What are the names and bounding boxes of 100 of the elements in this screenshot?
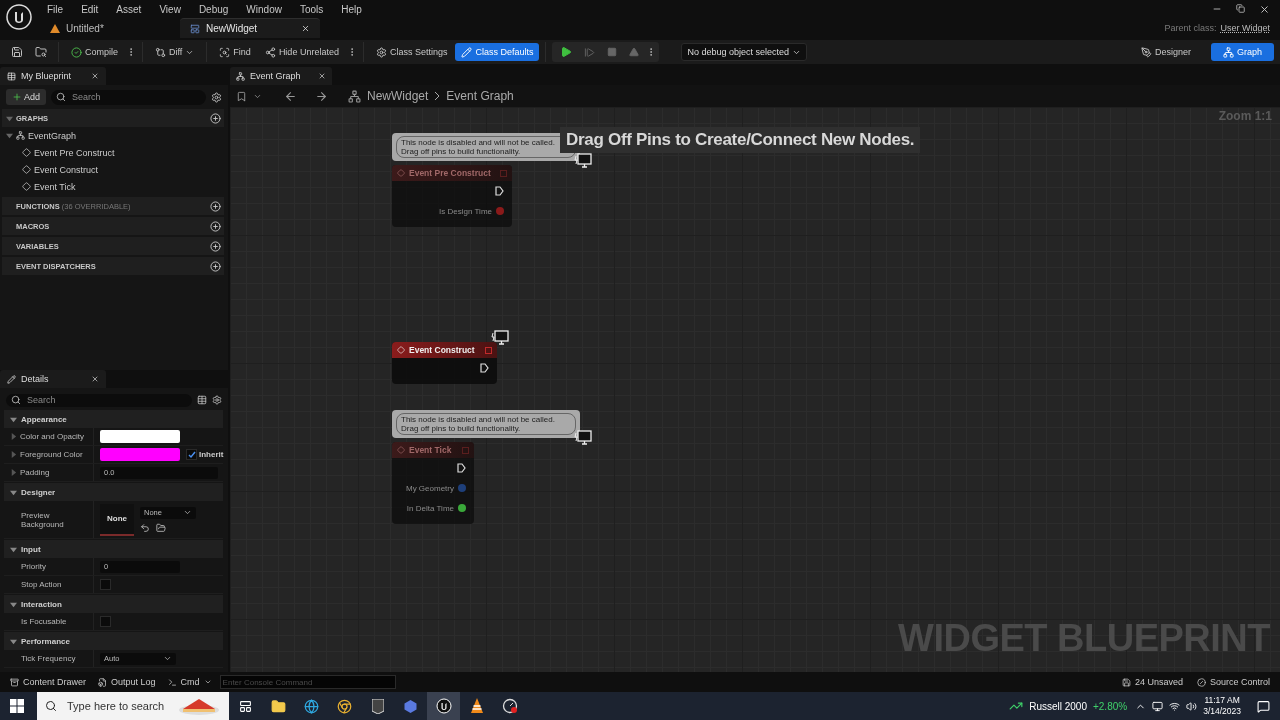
tree-item[interactable]: Event Construct bbox=[0, 161, 228, 178]
search-field[interactable]: Search bbox=[6, 393, 192, 407]
menu-item[interactable]: View bbox=[150, 3, 190, 15]
close-tab-icon[interactable] bbox=[318, 72, 326, 80]
exec-pin-icon bbox=[457, 463, 466, 473]
search-input[interactable]: Type here to search bbox=[65, 699, 169, 713]
category-header[interactable]: Input bbox=[4, 540, 224, 558]
tree-item[interactable]: EventGraph bbox=[0, 127, 228, 144]
toolbar-button[interactable]: Diff bbox=[149, 43, 201, 61]
status-button[interactable]: Content Drawer bbox=[6, 674, 91, 690]
category-header[interactable]: Performance bbox=[4, 632, 224, 650]
graph-canvas[interactable] bbox=[230, 107, 1280, 672]
taskbar-app-button[interactable] bbox=[427, 692, 460, 720]
inherit-checkbox[interactable] bbox=[186, 449, 197, 460]
clock[interactable]: 11:17 AM 3/14/2023 bbox=[1197, 695, 1247, 717]
search-icon bbox=[56, 92, 66, 102]
bookmark-icon[interactable] bbox=[236, 90, 247, 102]
search-field[interactable]: Search bbox=[51, 89, 206, 105]
use-asset-icon[interactable] bbox=[140, 522, 150, 533]
add-icon[interactable] bbox=[210, 200, 221, 212]
comment-text: Drag off pins to build functionality. bbox=[401, 147, 522, 156]
property-label: Padding bbox=[20, 468, 50, 477]
expand-arrow-icon[interactable] bbox=[10, 433, 17, 440]
event-node[interactable]: Event Construct bbox=[392, 342, 497, 384]
toolbar-button[interactable]: Class Settings bbox=[369, 43, 454, 61]
add-button[interactable]: Add bbox=[6, 89, 46, 105]
document-tab[interactable]: Untitled* bbox=[40, 18, 180, 38]
breadcrumb-link[interactable]: Event Graph bbox=[446, 89, 514, 103]
notifications-icon[interactable] bbox=[1257, 699, 1270, 713]
tray-icon[interactable] bbox=[1152, 700, 1164, 712]
close-tab-icon[interactable] bbox=[301, 24, 310, 33]
toolbar-button[interactable]: Class Defaults bbox=[455, 43, 540, 61]
event-icon bbox=[397, 169, 405, 177]
menu-item[interactable]: Window bbox=[237, 3, 291, 15]
checkbox[interactable] bbox=[100, 579, 111, 590]
expand-arrow-icon[interactable] bbox=[10, 469, 17, 476]
menu-item[interactable]: Tools bbox=[290, 3, 333, 15]
volume-icon[interactable] bbox=[1186, 700, 1198, 712]
mode-button[interactable]: Designer bbox=[1128, 43, 1203, 61]
breadcrumb-link[interactable]: NewWidget bbox=[367, 89, 429, 103]
category-header[interactable]: Interaction bbox=[4, 595, 224, 613]
settings-icon[interactable] bbox=[211, 91, 222, 103]
status-button[interactable]: 24 Unsaved bbox=[1117, 674, 1187, 690]
expand-arrow-icon[interactable] bbox=[10, 600, 17, 608]
stock-name[interactable]: Russell 2000 bbox=[1029, 700, 1087, 712]
toolbar-button[interactable]: Hide Unrelated bbox=[258, 43, 345, 61]
grid-view-icon[interactable] bbox=[197, 395, 207, 405]
menu-item[interactable]: Asset bbox=[107, 3, 151, 15]
menu-item[interactable]: Edit bbox=[72, 3, 108, 15]
forward-icon[interactable] bbox=[315, 89, 328, 103]
menu-item[interactable]: Debug bbox=[189, 3, 238, 15]
menu-item[interactable]: File bbox=[38, 3, 73, 15]
expand-arrow-icon[interactable] bbox=[10, 545, 17, 553]
pin-label: My Geometry bbox=[406, 483, 454, 493]
search-icon bbox=[45, 700, 57, 712]
mode-button[interactable]: Graph bbox=[1211, 43, 1274, 61]
close-icon[interactable] bbox=[1259, 3, 1270, 15]
document-tab[interactable]: NewWidget bbox=[180, 18, 320, 38]
add-icon[interactable] bbox=[210, 112, 221, 124]
status-button[interactable]: Output Log bbox=[94, 674, 160, 690]
close-tab-icon[interactable] bbox=[91, 375, 99, 383]
stock-change[interactable]: +2.80% bbox=[1092, 700, 1128, 712]
expand-arrow-icon[interactable] bbox=[10, 451, 17, 458]
panel-tab[interactable]: My Blueprint bbox=[0, 67, 106, 85]
expand-arrow-icon[interactable] bbox=[10, 415, 17, 423]
tree-item[interactable]: Event Pre Construct bbox=[0, 144, 228, 161]
debug-object-dropdown[interactable]: No debug object selected bbox=[681, 43, 808, 61]
back-icon[interactable] bbox=[284, 89, 297, 103]
panel-tab[interactable]: Details bbox=[0, 370, 106, 388]
tree-item[interactable]: Event Tick bbox=[0, 178, 228, 195]
status-button[interactable]: Source Control bbox=[1192, 674, 1274, 690]
search-input[interactable]: Search bbox=[25, 394, 187, 406]
graph-tab[interactable]: Event Graph bbox=[230, 67, 332, 85]
category-header[interactable]: Appearance bbox=[4, 410, 224, 428]
expand-arrow-icon[interactable] bbox=[10, 637, 17, 645]
search-input[interactable]: Search bbox=[70, 91, 201, 103]
add-icon[interactable] bbox=[210, 240, 221, 252]
status-button[interactable]: Cmd bbox=[163, 674, 216, 690]
toolbar-button[interactable]: Find bbox=[213, 43, 257, 61]
settings-icon[interactable] bbox=[212, 395, 222, 405]
property-label: Is Focusable bbox=[21, 617, 67, 626]
expand-arrow-icon[interactable] bbox=[10, 488, 17, 496]
add-icon[interactable] bbox=[210, 220, 221, 232]
add-icon[interactable] bbox=[210, 260, 221, 272]
restore-icon[interactable] bbox=[1236, 3, 1245, 13]
wifi-icon[interactable] bbox=[1169, 700, 1181, 712]
close-tab-icon[interactable] bbox=[91, 72, 99, 80]
expand-arrow-icon[interactable] bbox=[6, 132, 13, 139]
taskbar-search-field[interactable]: Type here to search bbox=[37, 692, 229, 720]
browse-icon[interactable] bbox=[156, 522, 166, 533]
toolbar-button[interactable]: Compile bbox=[65, 43, 124, 61]
color-swatch[interactable] bbox=[100, 448, 180, 461]
category-header[interactable]: Designer bbox=[4, 483, 224, 501]
checkbox[interactable] bbox=[100, 616, 111, 627]
menu-item[interactable]: Help bbox=[332, 3, 371, 15]
color-swatch[interactable] bbox=[100, 430, 180, 443]
expand-arrow-icon[interactable] bbox=[6, 114, 13, 122]
parent-class-link[interactable]: User Widget bbox=[1220, 23, 1270, 33]
exec-pin-icon bbox=[495, 186, 504, 196]
preview-swatch[interactable]: None bbox=[100, 503, 134, 536]
